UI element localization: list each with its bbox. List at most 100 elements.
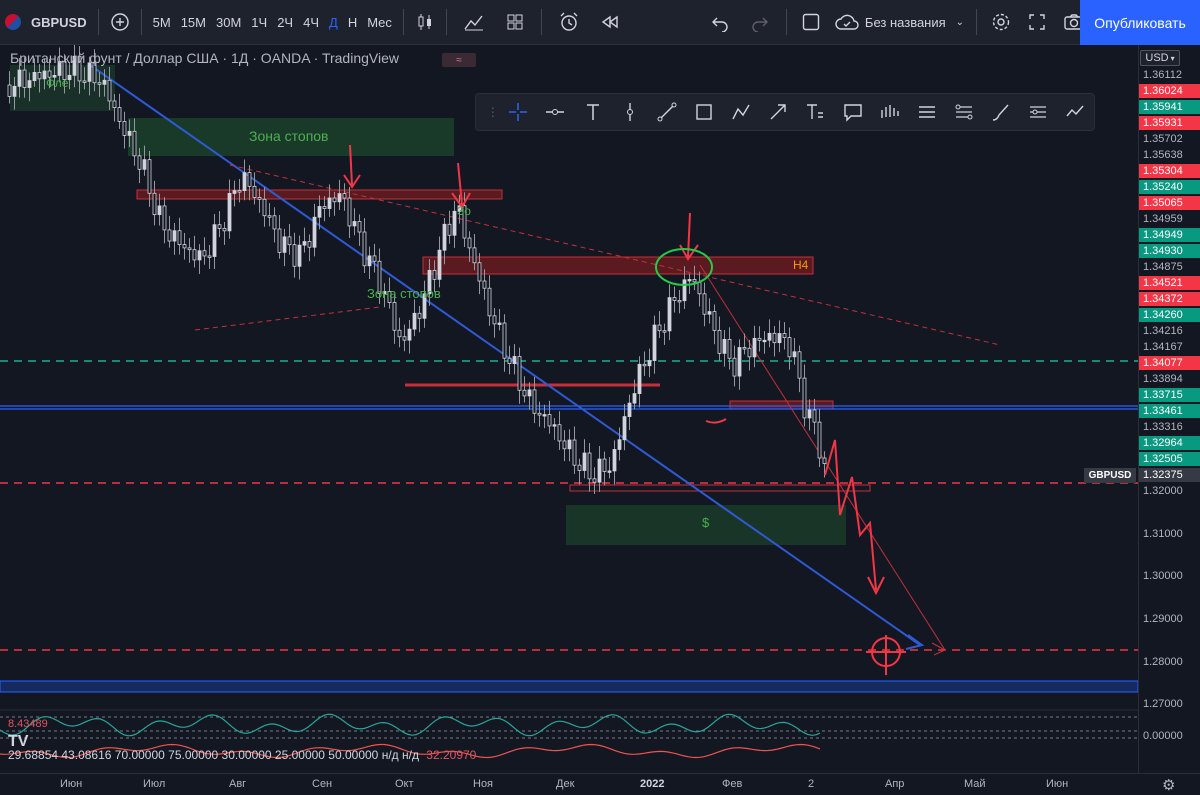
text-icon bbox=[586, 104, 599, 120]
alert-button[interactable] bbox=[548, 0, 590, 45]
fullscreen-square-button[interactable] bbox=[793, 0, 829, 45]
pattern-tool[interactable] bbox=[723, 93, 760, 131]
timeframe-5[interactable]: 4Ч bbox=[298, 0, 324, 45]
trendline-tool[interactable] bbox=[648, 93, 685, 131]
callout-tool[interactable] bbox=[834, 93, 871, 131]
time-axis[interactable]: Июн Июл Авг Сен Окт Ноя Дек 2022 Фев 2 Апр Май Июн ⚙ bbox=[0, 773, 1200, 795]
divider bbox=[445, 9, 447, 35]
bars-pattern-tool[interactable] bbox=[871, 93, 908, 131]
candle-body bbox=[157, 205, 162, 216]
time-label: Фев bbox=[722, 778, 743, 790]
symbol-price-tag: GBPUSD bbox=[1084, 468, 1136, 483]
price-label: 1.34930 bbox=[1139, 244, 1200, 258]
candle-body bbox=[472, 247, 477, 264]
price-label: 1.35065 bbox=[1139, 196, 1200, 210]
horizontal-ray-tool[interactable] bbox=[537, 93, 574, 131]
rectangle-tool[interactable] bbox=[685, 93, 722, 131]
support-zone bbox=[569, 484, 871, 492]
layout-name-selector[interactable]: Без названия ⌄ bbox=[829, 0, 970, 45]
candle-body bbox=[282, 236, 287, 253]
timeframe-0[interactable]: 5M bbox=[148, 0, 176, 45]
candle-body bbox=[192, 249, 197, 261]
layouts-button[interactable] bbox=[495, 0, 535, 45]
candles-icon bbox=[418, 14, 431, 30]
chevron-down-icon: ⌄ bbox=[955, 16, 965, 28]
fullscreen-button[interactable] bbox=[1019, 0, 1055, 45]
divider bbox=[97, 9, 99, 35]
candle-body bbox=[557, 424, 562, 442]
chart-canvas bbox=[0, 45, 1138, 759]
redo-button[interactable] bbox=[740, 0, 780, 45]
text-tool[interactable] bbox=[574, 93, 611, 131]
chart-type-button[interactable] bbox=[410, 0, 440, 45]
candle-body bbox=[782, 333, 787, 338]
price-label: 1.34949 bbox=[1139, 228, 1200, 242]
candle-body bbox=[132, 130, 137, 157]
candle-body bbox=[547, 414, 552, 427]
legend-badge[interactable]: ≈ bbox=[442, 53, 476, 67]
lines-list-tool[interactable] bbox=[908, 93, 945, 131]
vertical-line-icon bbox=[626, 103, 633, 121]
timeframe-7[interactable]: Н bbox=[343, 0, 362, 45]
candle-body bbox=[537, 412, 542, 416]
speech-bubble-icon bbox=[843, 104, 862, 122]
compare-button[interactable] bbox=[105, 0, 135, 45]
candle-body bbox=[257, 197, 262, 200]
price-label: 1.35304 bbox=[1139, 164, 1200, 178]
timeframe-1[interactable]: 15M bbox=[176, 0, 211, 45]
candle-body bbox=[692, 279, 697, 283]
text-note-tool[interactable] bbox=[797, 93, 834, 131]
forecast-icon bbox=[1066, 105, 1084, 117]
candle-body bbox=[662, 330, 667, 333]
candle-body bbox=[617, 439, 622, 450]
timeframe-3[interactable]: 1Ч bbox=[246, 0, 272, 45]
lines-list-icon bbox=[918, 106, 935, 118]
symbol-selector[interactable]: GBPUSD bbox=[0, 0, 92, 45]
price-axis[interactable]: 1.36112 1.36024 1.35941 1.35931 1.35702 1.356… bbox=[1138, 45, 1200, 773]
candle-body bbox=[392, 302, 397, 331]
price-label: 1.34260 bbox=[1139, 308, 1200, 322]
replay-button[interactable] bbox=[590, 0, 630, 45]
indicators-button[interactable] bbox=[453, 0, 495, 45]
timeframe-4[interactable]: 2Ч bbox=[272, 0, 298, 45]
timeframe-8[interactable]: Мес bbox=[362, 0, 397, 45]
brush-tool[interactable] bbox=[983, 93, 1020, 131]
settings-button[interactable] bbox=[983, 0, 1019, 45]
candle-body bbox=[342, 193, 347, 199]
text-note-icon bbox=[807, 104, 824, 119]
arrow-icon bbox=[770, 104, 786, 120]
time-label: Июл bbox=[143, 778, 166, 790]
undo-button[interactable] bbox=[700, 0, 740, 45]
grid-icon bbox=[507, 14, 523, 30]
candle-body bbox=[97, 82, 102, 85]
vertical-line-tool[interactable] bbox=[611, 93, 648, 131]
candle-body bbox=[687, 279, 692, 282]
drag-handle[interactable]: ⋮ bbox=[486, 93, 500, 131]
currency-selector[interactable]: USD ▾ bbox=[1140, 50, 1180, 66]
timeframe-6[interactable]: Д bbox=[324, 0, 343, 45]
timeframe-2[interactable]: 30M bbox=[211, 0, 246, 45]
candle-body bbox=[152, 192, 157, 216]
candle-body bbox=[592, 478, 597, 483]
crosshair-icon bbox=[509, 103, 528, 121]
candle-body bbox=[812, 409, 817, 423]
crosshair-tool[interactable] bbox=[500, 93, 537, 131]
candle-body bbox=[432, 269, 437, 280]
levels-tool[interactable] bbox=[945, 93, 982, 131]
candle-body bbox=[312, 216, 317, 248]
candle-body bbox=[167, 229, 172, 242]
chart-pane[interactable]: Британский фунт / Доллар США · 1Д · OAND… bbox=[0, 45, 1138, 773]
candle-body bbox=[197, 250, 202, 261]
candle-body bbox=[322, 206, 327, 209]
annotation-dollar: $ bbox=[702, 515, 710, 530]
measure-tool[interactable] bbox=[1020, 93, 1057, 131]
publish-button[interactable]: Опубликовать bbox=[1080, 0, 1200, 45]
candle-body bbox=[177, 230, 182, 246]
arrow-tool[interactable] bbox=[760, 93, 797, 131]
settings-gear-icon[interactable]: ⚙ bbox=[1162, 776, 1175, 794]
candle-body bbox=[527, 389, 532, 397]
candle-body bbox=[417, 312, 422, 319]
price-scale-label: 1.30000 bbox=[1143, 570, 1183, 582]
forecast-tool[interactable] bbox=[1057, 93, 1094, 131]
candle-body bbox=[22, 69, 27, 88]
